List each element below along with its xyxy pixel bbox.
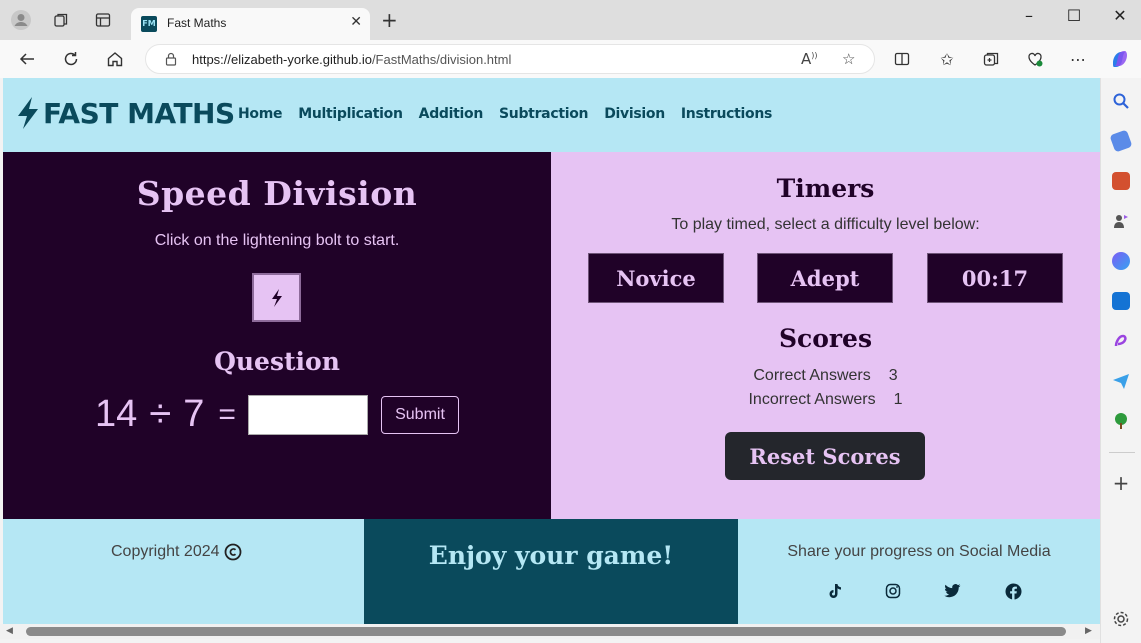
timers-instructions: To play timed, select a difficulty level… [671,216,980,233]
favorite-star-icon[interactable]: ☆ [842,50,855,68]
incorrect-answers-value: 1 [893,391,903,408]
nav-instructions[interactable]: Instructions [681,106,772,122]
main-nav: Home Multiplication Addition Subtraction… [238,106,788,122]
games-icon[interactable] [1112,212,1130,230]
maximize-icon[interactable]: ☐ [1059,6,1089,26]
question-row: 14 ÷ 7 = [95,392,368,437]
settings-gear-icon[interactable] [1112,610,1130,628]
shopping-tag-icon[interactable] [1109,129,1133,153]
expert-timer-button[interactable]: 00:17 [927,253,1063,303]
answer-input[interactable] [247,394,368,435]
footer-right: Share your progress on Social Media [738,519,1100,624]
nav-division[interactable]: Division [604,106,665,122]
correct-answers-value: 3 [888,367,898,384]
nav-home[interactable]: Home [238,106,283,122]
adept-button[interactable]: Adept [757,253,893,303]
send-plane-icon[interactable] [1112,372,1130,390]
start-bolt-button[interactable] [252,273,301,322]
nav-addition[interactable]: Addition [419,106,484,122]
add-sidebar-app-icon[interactable]: + [1112,473,1130,493]
sidebar-divider [1109,452,1135,453]
horizontal-scrollbar[interactable]: ◀ ▶ [0,624,1100,639]
back-icon[interactable] [15,48,39,70]
tree-icon[interactable] [1112,412,1130,430]
search-icon[interactable] [1112,92,1130,110]
minimize-icon[interactable]: – [1014,6,1044,26]
url-text: https://elizabeth-yorke.github.io/FastMa… [192,52,511,67]
scores-heading: Scores [778,324,873,353]
web-page: FAST MATHS Home Multiplication Addition … [3,78,1100,624]
collections-icon[interactable] [980,48,1002,70]
enjoy-message: Enjoy your game! [428,541,674,570]
new-tab-icon[interactable]: + [381,10,398,30]
workspaces-icon[interactable] [49,8,73,32]
game-panel: Speed Division Click on the lightening b… [3,152,551,519]
scroll-right-arrow-icon[interactable]: ▶ [1085,624,1092,639]
split-screen-icon[interactable] [891,48,913,70]
vertical-tabs-icon[interactable] [91,8,115,32]
lock-icon[interactable] [164,52,178,66]
logo-text: FAST MATHS [43,96,235,130]
submit-button[interactable]: Submit [381,396,459,434]
copyright-icon [224,543,241,561]
tools-briefcase-icon[interactable] [1112,172,1130,190]
scrollbar-thumb[interactable] [26,627,1066,636]
nav-multiplication[interactable]: Multiplication [298,106,403,122]
twitter-icon[interactable] [943,582,961,600]
incorrect-answers-row: Incorrect Answers 1 [551,391,1100,409]
copilot-icon[interactable] [1109,48,1131,70]
browser-essentials-icon[interactable] [1024,48,1046,70]
site-header: FAST MATHS Home Multiplication Addition … [3,78,1100,152]
tiktok-icon[interactable] [826,582,844,600]
novice-button[interactable]: Novice [588,253,724,303]
timers-scores-panel: Timers To play timed, select a difficult… [551,152,1100,519]
incorrect-answers-label: Incorrect Answers [748,391,876,408]
nav-subtraction[interactable]: Subtraction [499,106,589,122]
site-footer: Copyright 2024 Enjoy your game! Share yo… [3,519,1100,624]
reset-scores-button[interactable]: Reset Scores [725,432,925,480]
timers-heading: Timers [776,174,875,203]
address-bar[interactable]: https://elizabeth-yorke.github.io/FastMa… [145,44,875,74]
question-heading: Question [214,347,340,376]
designer-icon[interactable] [1112,332,1130,350]
footer-left: Copyright 2024 [3,519,364,624]
scroll-left-arrow-icon[interactable]: ◀ [6,624,13,639]
profile-icon[interactable] [9,8,33,32]
url-host: https://elizabeth-yorke.github.io [192,52,372,67]
favorites-icon[interactable]: ✩ [936,48,958,70]
lightning-bolt-icon [18,97,38,129]
operand-2: 7 [183,393,205,435]
operator-symbol: ÷ [149,392,172,436]
copyright-text: Copyright 2024 [111,543,220,560]
url-path: /FastMaths/division.html [371,52,512,67]
outlook-icon[interactable] [1112,292,1130,310]
instagram-icon[interactable] [884,582,902,600]
footer-middle: Enjoy your game! [364,519,738,624]
copyright: Copyright 2024 [111,543,242,561]
site-logo[interactable]: FAST MATHS [15,96,235,130]
share-text: Share your progress on Social Media [787,543,1051,560]
close-tab-icon[interactable]: ✕ [350,14,362,30]
browser-toolbar: https://elizabeth-yorke.github.io/FastMa… [0,40,1141,78]
site-favicon: FM [141,16,157,32]
equals-sign: = [218,397,236,431]
correct-answers-row: Correct Answers 3 [551,367,1100,385]
refresh-icon[interactable] [59,48,83,70]
tab-title: Fast Maths [167,16,227,30]
home-icon[interactable] [103,48,127,70]
close-window-icon[interactable]: ✕ [1105,6,1135,26]
microsoft-365-icon[interactable] [1112,252,1130,270]
game-title: Speed Division [136,174,418,213]
active-tab[interactable]: FM Fast Maths ✕ [131,8,370,40]
read-aloud-icon[interactable]: A)) [801,50,818,68]
browser-sidebar: + [1100,78,1141,643]
correct-answers-label: Correct Answers [753,367,871,384]
more-menu-icon[interactable]: ⋯ [1067,48,1089,70]
facebook-icon[interactable] [1004,582,1022,600]
browser-tab-bar: FM Fast Maths ✕ + – ☐ ✕ [0,0,1141,40]
game-instructions: Click on the lightening bolt to start. [154,232,400,249]
lightning-bolt-icon [271,288,282,307]
operand-1: 14 [95,393,138,435]
